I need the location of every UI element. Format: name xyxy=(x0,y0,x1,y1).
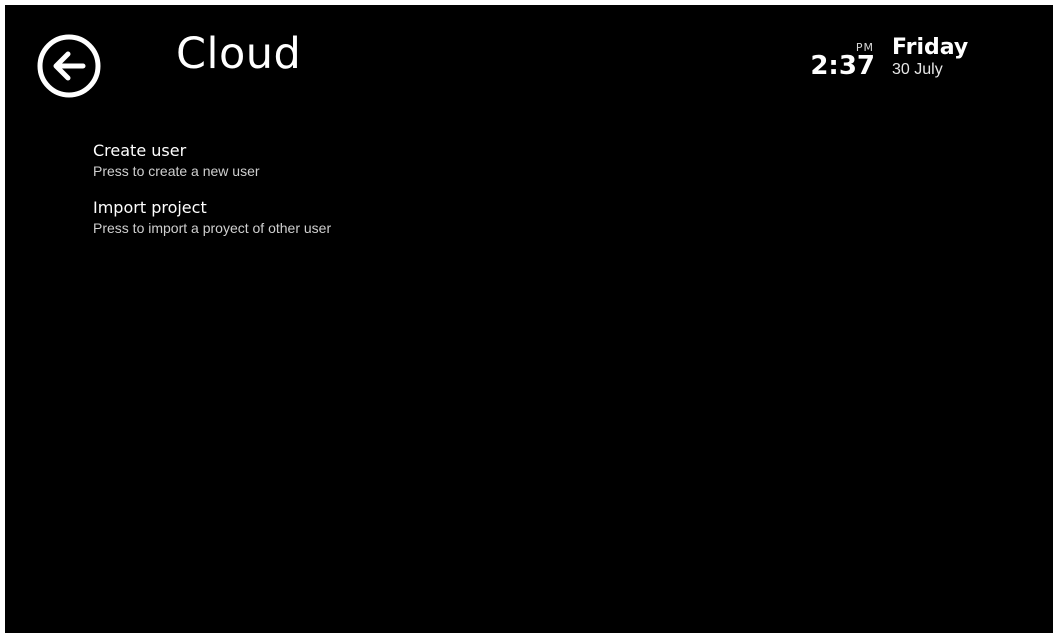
import-project-item[interactable]: Import project Press to import a proyect… xyxy=(93,198,693,237)
clock-time: 2:37 xyxy=(810,51,875,81)
clock: PM 2:37 xyxy=(785,41,875,80)
menu-item-subtitle: Press to create a new user xyxy=(93,163,260,179)
menu-item-subtitle: Press to import a proyect of other user xyxy=(93,220,332,236)
back-button[interactable] xyxy=(36,33,102,99)
page-title: Cloud xyxy=(176,29,302,79)
date-full: 30 July xyxy=(892,61,943,78)
menu-item-title: Import project xyxy=(93,198,207,217)
create-user-item[interactable]: Create user Press to create a new user xyxy=(93,141,693,180)
date-display: Friday 30 July xyxy=(892,35,968,79)
menu-item-title: Create user xyxy=(93,141,187,160)
app-screen: Cloud PM 2:37 Friday 30 July Create user… xyxy=(5,5,1053,633)
date-day: Friday xyxy=(892,35,969,60)
arrow-left-circle-icon xyxy=(37,34,101,98)
settings-menu: Create user Press to create a new user I… xyxy=(93,141,693,255)
